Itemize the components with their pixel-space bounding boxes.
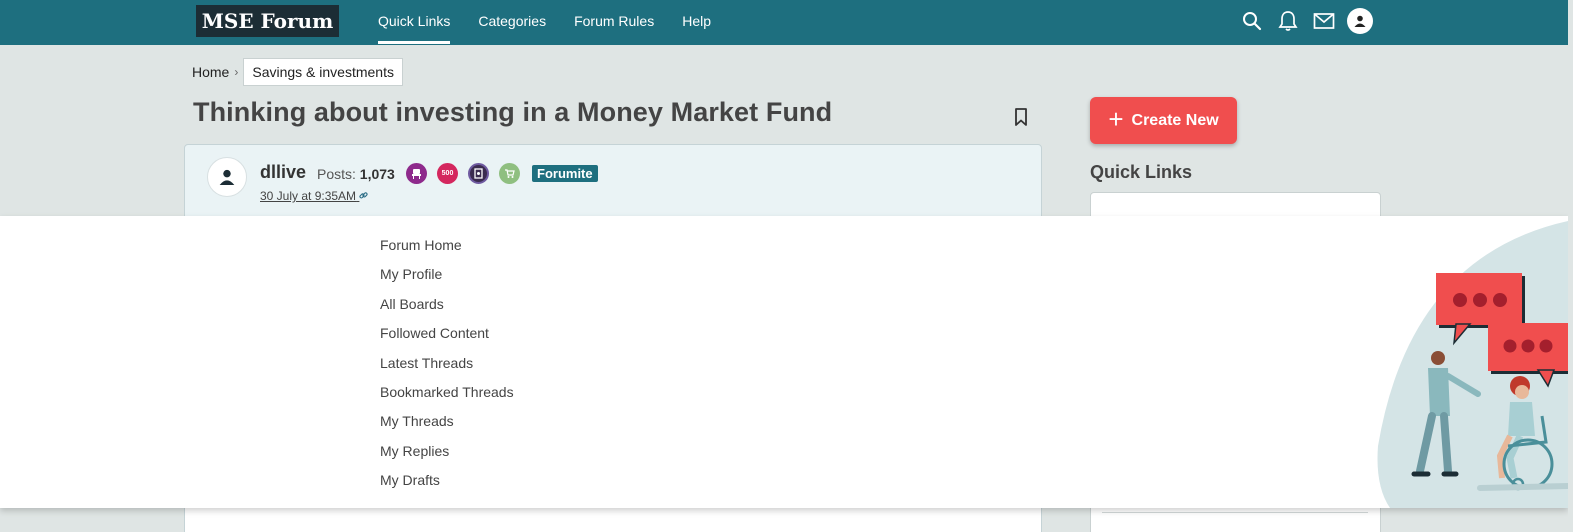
- sidebar-divider: [1102, 512, 1368, 513]
- dark-badge-icon[interactable]: [468, 163, 489, 184]
- post-author-avatar[interactable]: [207, 157, 247, 197]
- search-icon[interactable]: [1239, 8, 1265, 34]
- nav-quick-links[interactable]: Quick Links: [378, 0, 451, 45]
- site-logo[interactable]: MSE Forum: [196, 5, 339, 37]
- user-avatar-icon[interactable]: [1347, 8, 1373, 34]
- nav-categories[interactable]: Categories: [478, 0, 546, 45]
- post-count: Posts: 1,073: [317, 166, 395, 182]
- menu-item-all-boards[interactable]: All Boards: [380, 296, 514, 325]
- breadcrumb-current[interactable]: Savings & investments: [243, 58, 403, 86]
- 500-badge-icon[interactable]: 500: [437, 163, 458, 184]
- menu-item-my-replies[interactable]: My Replies: [380, 443, 514, 472]
- link-icon[interactable]: [359, 189, 368, 203]
- rank-badge: Forumite: [532, 165, 598, 182]
- breadcrumb: Home › Savings & investments: [192, 58, 403, 86]
- top-navigation-bar: MSE Forum Quick Links Categories Forum R…: [0, 0, 1573, 45]
- user-badges: 500: [406, 163, 530, 184]
- menu-item-my-profile[interactable]: My Profile: [380, 266, 514, 295]
- window-edge: [1568, 0, 1573, 532]
- bell-icon[interactable]: [1275, 8, 1301, 34]
- menu-item-forum-home[interactable]: Forum Home: [380, 237, 514, 266]
- main-nav: Quick Links Categories Forum Rules Help: [378, 0, 739, 45]
- bookmark-icon[interactable]: [1012, 106, 1030, 133]
- cart-badge-icon[interactable]: [499, 163, 520, 184]
- sidebar-quick-links-heading: Quick Links: [1090, 162, 1193, 182]
- menu-item-my-threads[interactable]: My Threads: [380, 413, 514, 442]
- menu-item-bookmarked-threads[interactable]: Bookmarked Threads: [380, 384, 514, 413]
- post-date-link[interactable]: 30 July at 9:35AM: [260, 189, 368, 203]
- badge-500-text: 500: [441, 170, 454, 177]
- menu-item-latest-threads[interactable]: Latest Threads: [380, 355, 514, 384]
- quick-links-list: Forum Home My Profile All Boards Followe…: [380, 237, 514, 502]
- post-body: [184, 508, 1042, 532]
- menu-item-my-drafts[interactable]: My Drafts: [380, 472, 514, 501]
- post-date: 30 July at 9:35AM: [260, 189, 357, 203]
- quick-links-dropdown: Forum Home My Profile All Boards Followe…: [0, 216, 1568, 508]
- nav-help[interactable]: Help: [682, 0, 711, 45]
- posts-count: 1,073: [359, 166, 395, 182]
- header-icons: [1229, 8, 1373, 34]
- breadcrumb-separator: ›: [234, 65, 239, 79]
- thread-title: Thinking about investing in a Money Mark…: [193, 97, 833, 127]
- post-username[interactable]: dllive: [260, 162, 306, 183]
- breadcrumb-home[interactable]: Home: [192, 64, 229, 80]
- mail-icon[interactable]: [1311, 8, 1337, 34]
- create-new-label: Create New: [1131, 111, 1219, 129]
- plus-icon: +: [1108, 104, 1124, 134]
- nav-forum-rules[interactable]: Forum Rules: [574, 0, 654, 45]
- chair-badge-icon[interactable]: [406, 163, 427, 184]
- menu-item-followed-content[interactable]: Followed Content: [380, 325, 514, 354]
- posts-label: Posts:: [317, 166, 356, 182]
- community-illustration: [1377, 221, 1568, 508]
- create-new-button[interactable]: + Create New: [1090, 97, 1237, 144]
